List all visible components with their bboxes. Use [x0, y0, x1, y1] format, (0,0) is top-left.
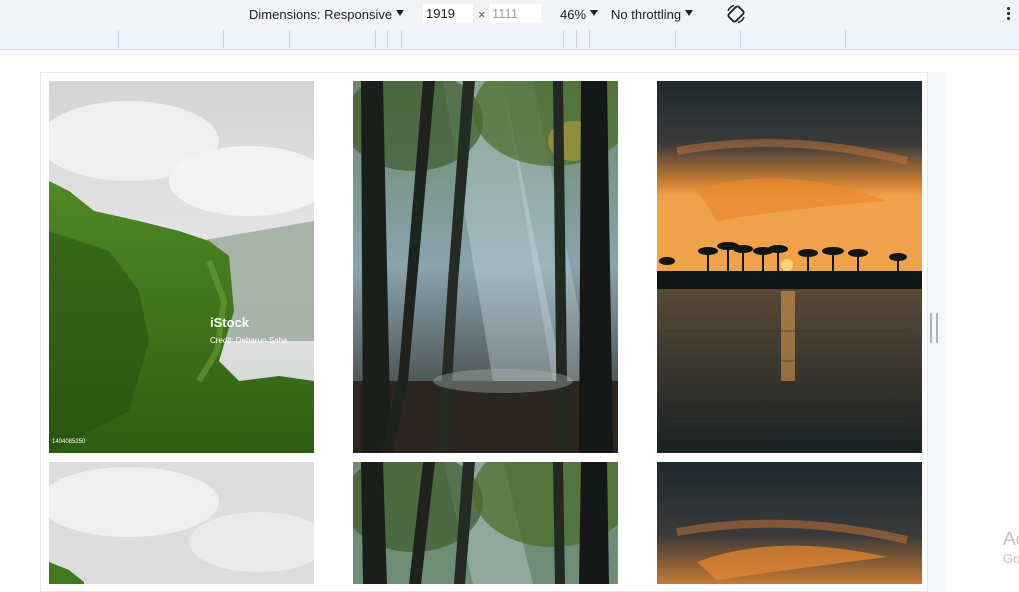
activate-windows-watermark: Ac Go [1003, 529, 1019, 567]
gallery-image-cliff [49, 462, 314, 584]
height-input[interactable]: 1111 [489, 4, 541, 23]
rotate-button[interactable] [725, 0, 747, 28]
chevron-down-icon [396, 10, 405, 16]
gallery-image-sunset [657, 81, 922, 453]
gallery-image-forest [353, 81, 618, 453]
watermark-line-1: Ac [1003, 529, 1019, 550]
rotate-icon [727, 4, 745, 24]
times-sign: × [478, 6, 486, 22]
dimensions-dropdown[interactable]: Dimensions: Responsive [249, 0, 405, 28]
device-toolbar: Dimensions: Responsive 1919 × 1111 46% N… [0, 0, 1019, 28]
more-vert-icon[interactable] [1006, 7, 1012, 21]
throttling-dropdown[interactable]: No throttling [611, 0, 694, 28]
gallery-image-forest [353, 462, 618, 584]
stock-id-text: 1404085250 [52, 439, 86, 445]
watermark-line-2: Go [1003, 551, 1019, 566]
stock-credit-text: Credit: Debarun Saha [210, 336, 288, 345]
zoom-dropdown[interactable]: 46% [560, 0, 599, 28]
width-input[interactable]: 1919 [423, 4, 473, 23]
gallery-image-cliff: iStock Credit: Debarun Saha 1404085250 [49, 81, 314, 453]
throttling-label: No throttling [611, 6, 682, 22]
chevron-down-icon [590, 10, 599, 16]
resize-handle[interactable] [930, 313, 938, 343]
media-query-ruler[interactable] [0, 28, 1019, 50]
stock-brand-text: iStock [210, 315, 250, 330]
zoom-label: 46% [560, 6, 587, 22]
chevron-down-icon [685, 10, 694, 16]
dimensions-label: Dimensions: Responsive [249, 6, 393, 22]
device-viewport: iStock Credit: Debarun Saha 1404085250 A… [0, 51, 1019, 592]
gallery-image-sunset [657, 462, 922, 584]
